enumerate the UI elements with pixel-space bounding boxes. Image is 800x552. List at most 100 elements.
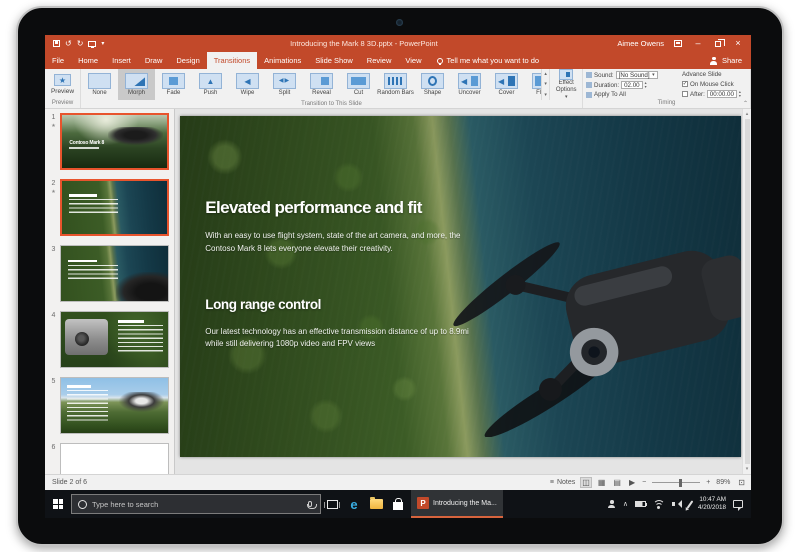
transition-none[interactable]: None [81, 69, 118, 100]
tab-draw[interactable]: Draw [138, 52, 170, 69]
transition-cover[interactable]: Cover [488, 69, 525, 100]
notes-button[interactable]: ≡ Notes [550, 479, 575, 486]
gallery-more-icon[interactable]: ▾ [544, 92, 547, 98]
close-button[interactable]: × [732, 39, 744, 48]
slide-number: 6 [52, 444, 56, 451]
transition-split[interactable]: Split [266, 69, 303, 100]
slide-thumbnail-5[interactable]: 5 [47, 377, 169, 434]
duration-spinner[interactable]: ▴ ▾ [645, 81, 647, 88]
wifi-icon[interactable] [653, 500, 665, 509]
action-center-icon[interactable] [733, 500, 743, 508]
duration-input[interactable]: 02.00 [621, 81, 642, 89]
slide-thumbnail-1[interactable]: 1★Contoso Mark 8 [47, 113, 169, 170]
tab-file[interactable]: File [45, 52, 71, 69]
slide-thumbnail-2[interactable]: 2★ [47, 179, 169, 236]
on-mouse-click-checkbox[interactable]: ✓ [682, 81, 688, 87]
zoom-percent[interactable]: 89% [716, 479, 732, 486]
sound-dropdown[interactable]: [No Sound] ▾ [616, 71, 658, 79]
preview-button[interactable]: Preview [45, 69, 80, 99]
transition-push[interactable]: Push [192, 69, 229, 100]
tab-home[interactable]: Home [71, 52, 105, 69]
pen-icon[interactable] [687, 500, 694, 509]
gallery-scroll-down-icon[interactable]: ▾ [544, 81, 547, 87]
zoom-slider[interactable] [652, 482, 700, 483]
zoom-in-button[interactable]: + [706, 479, 710, 486]
slide-thumbnail-3[interactable]: 3 [47, 245, 169, 302]
file-explorer-button[interactable] [365, 490, 387, 518]
zoom-out-button[interactable]: − [642, 479, 646, 486]
search-input[interactable] [92, 500, 303, 509]
taskbar-search[interactable] [71, 494, 321, 514]
undo-button[interactable]: ↺ [65, 40, 72, 48]
zoom-slider-thumb[interactable] [679, 479, 682, 487]
restore-button[interactable] [712, 41, 724, 47]
slide-thumbnail-4[interactable]: 4 [47, 311, 169, 368]
show-hidden-icons-button[interactable]: ∧ [623, 500, 628, 508]
tab-review[interactable]: Review [360, 52, 399, 69]
collapse-ribbon-button[interactable]: ⌃ [743, 100, 748, 107]
signed-in-user[interactable]: Aimee Owens [617, 39, 664, 48]
store-button[interactable] [387, 490, 409, 518]
tab-insert[interactable]: Insert [105, 52, 138, 69]
fit-slide-button[interactable]: ⊡ [738, 478, 745, 487]
spin-down-icon[interactable]: ▾ [739, 94, 741, 98]
customize-qat-button[interactable]: ▾ [101, 40, 104, 48]
transition-morph[interactable]: Morph [118, 69, 155, 100]
thumbnail-number-column: 4 [47, 311, 60, 368]
transition-flash[interactable]: Flash [525, 69, 541, 100]
after-spinner[interactable]: ▴ ▾ [739, 90, 741, 97]
tab-animations[interactable]: Animations [257, 52, 308, 69]
save-button[interactable] [53, 40, 60, 47]
transition-random-bars[interactable]: Random Bars [377, 69, 414, 100]
transition-wipe[interactable]: Wipe [229, 69, 266, 100]
edge-button[interactable]: e [343, 490, 365, 518]
slide-body-1[interactable]: With an easy to use flight system, state… [205, 230, 486, 255]
people-icon[interactable] [608, 500, 616, 508]
taskbar-clock[interactable]: 10:47 AM 4/20/2018 [698, 496, 726, 512]
effect-options-button[interactable]: Effect Options ▾ [549, 69, 582, 100]
transition-cut[interactable]: Cut [340, 69, 377, 100]
share-button[interactable]: Share [701, 52, 751, 69]
slide-heading-2[interactable]: Long range control [205, 297, 321, 312]
tell-me-box[interactable]: Tell me what you want to do [429, 52, 548, 69]
tab-design[interactable]: Design [169, 52, 206, 69]
tab-slide-show[interactable]: Slide Show [308, 52, 360, 69]
powerpoint-taskbar-button[interactable]: P Introducing the Ma... [411, 490, 503, 518]
normal-view-button[interactable]: ◫ [581, 478, 591, 487]
slide-sorter-view-button[interactable]: ▦ [597, 478, 607, 487]
redo-button[interactable]: ↻ [77, 40, 84, 48]
spin-down-icon[interactable]: ▾ [645, 85, 647, 89]
slide-show-button[interactable]: ▶ [628, 478, 636, 487]
scroll-down-icon[interactable]: ▾ [746, 466, 749, 472]
slide-body-2[interactable]: Our latest technology has an effective t… [205, 326, 469, 351]
task-view-button[interactable] [321, 490, 343, 518]
transition-uncover[interactable]: Uncover [451, 69, 488, 100]
after-input[interactable]: 00:00.00 [707, 90, 737, 98]
slide-scrollbar[interactable]: ▴ ▾ [742, 109, 751, 474]
tab-transitions[interactable]: Transitions [207, 52, 257, 69]
tab-view[interactable]: View [398, 52, 428, 69]
scroll-up-icon[interactable]: ▴ [746, 111, 749, 117]
transition-fade[interactable]: Fade [155, 69, 192, 100]
gallery-scrollbar[interactable]: ▴ ▾ ▾ [541, 69, 550, 100]
minimize-button[interactable]: – [692, 39, 704, 48]
preview-icon [54, 74, 71, 86]
transition-gallery: NoneMorphFadePushWipeSplitRevealCutRando… [81, 69, 541, 100]
gallery-scroll-up-icon[interactable]: ▴ [544, 71, 547, 77]
notes-label: Notes [557, 479, 575, 486]
current-slide[interactable]: Elevated performance and fit With an eas… [180, 116, 741, 457]
apply-to-all-button[interactable]: Apply To All [594, 91, 626, 98]
start-button[interactable] [45, 490, 71, 518]
slide-thumbnail-6[interactable]: 6 [47, 443, 169, 474]
ribbon-display-options-button[interactable] [672, 40, 684, 47]
after-checkbox[interactable] [682, 91, 688, 97]
reading-view-button[interactable]: ▤ [612, 478, 622, 487]
transition-shape[interactable]: Shape [414, 69, 451, 100]
thumbnail-title: Contoso Mark 8 [69, 140, 104, 146]
transition-reveal[interactable]: Reveal [303, 69, 340, 100]
scroll-track[interactable] [745, 119, 750, 464]
battery-icon[interactable] [635, 501, 646, 507]
start-slideshow-button[interactable] [88, 41, 96, 47]
slide-heading-1[interactable]: Elevated performance and fit [205, 198, 422, 218]
speaker-icon[interactable] [672, 500, 682, 509]
